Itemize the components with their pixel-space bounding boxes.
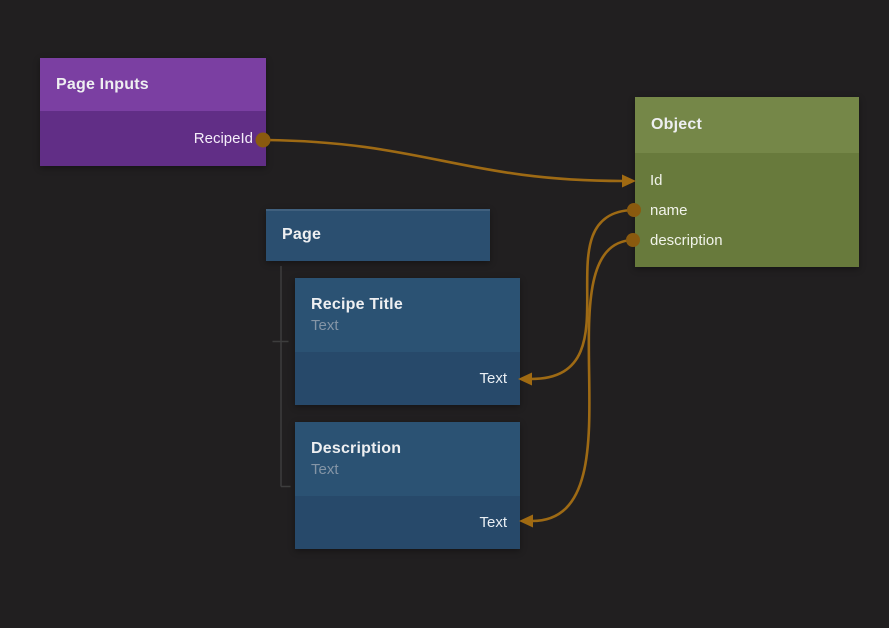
node-title: Page Inputs (56, 76, 266, 94)
node-type-label: Text (311, 461, 520, 478)
node-title: Object (651, 116, 859, 134)
arrowhead-description-text-input (519, 515, 533, 528)
node-description[interactable]: Description Text Text (295, 422, 520, 549)
connection-recipeid-to-id[interactable] (266, 140, 623, 181)
arrowhead-recipe-title-text-input (518, 373, 532, 386)
node-recipe-title-header[interactable]: Recipe Title Text (295, 278, 520, 352)
field-label-name: name (650, 202, 688, 219)
field-label-description: description (650, 232, 723, 249)
node-page[interactable]: Page (266, 209, 490, 261)
port-label-text: Text (479, 514, 507, 531)
node-page-inputs[interactable]: Page Inputs RecipeId (40, 58, 266, 166)
arrowhead-id-input (622, 175, 636, 188)
node-object-header[interactable]: Object (635, 97, 859, 153)
port-row-text-input[interactable]: Text (295, 496, 520, 549)
port-row-text-input[interactable]: Text (295, 352, 520, 405)
field-row-description[interactable]: description (635, 225, 859, 255)
connection-description-to-description-text[interactable] (532, 240, 633, 521)
node-type-label: Text (311, 317, 520, 334)
connection-name-to-recipe-title-text[interactable] (531, 210, 633, 379)
node-recipe-title[interactable]: Recipe Title Text Text (295, 278, 520, 405)
node-editor-canvas[interactable]: Page Inputs RecipeId Page Recipe Title T… (0, 0, 889, 628)
node-title: Description (311, 440, 520, 458)
node-page-header[interactable]: Page (266, 209, 490, 261)
node-title: Recipe Title (311, 296, 520, 314)
field-label-id: Id (650, 172, 663, 189)
node-page-inputs-header[interactable]: Page Inputs (40, 58, 266, 111)
node-object[interactable]: Object Id name description (635, 97, 859, 267)
field-row-name[interactable]: name (635, 195, 859, 225)
node-object-fields: Id name description (635, 153, 859, 255)
field-row-id[interactable]: Id (635, 165, 859, 195)
node-title: Page (282, 226, 490, 244)
port-label-recipeid: RecipeId (194, 130, 253, 147)
node-description-header[interactable]: Description Text (295, 422, 520, 496)
port-label-text: Text (479, 370, 507, 387)
port-row-recipeid[interactable]: RecipeId (40, 111, 266, 166)
